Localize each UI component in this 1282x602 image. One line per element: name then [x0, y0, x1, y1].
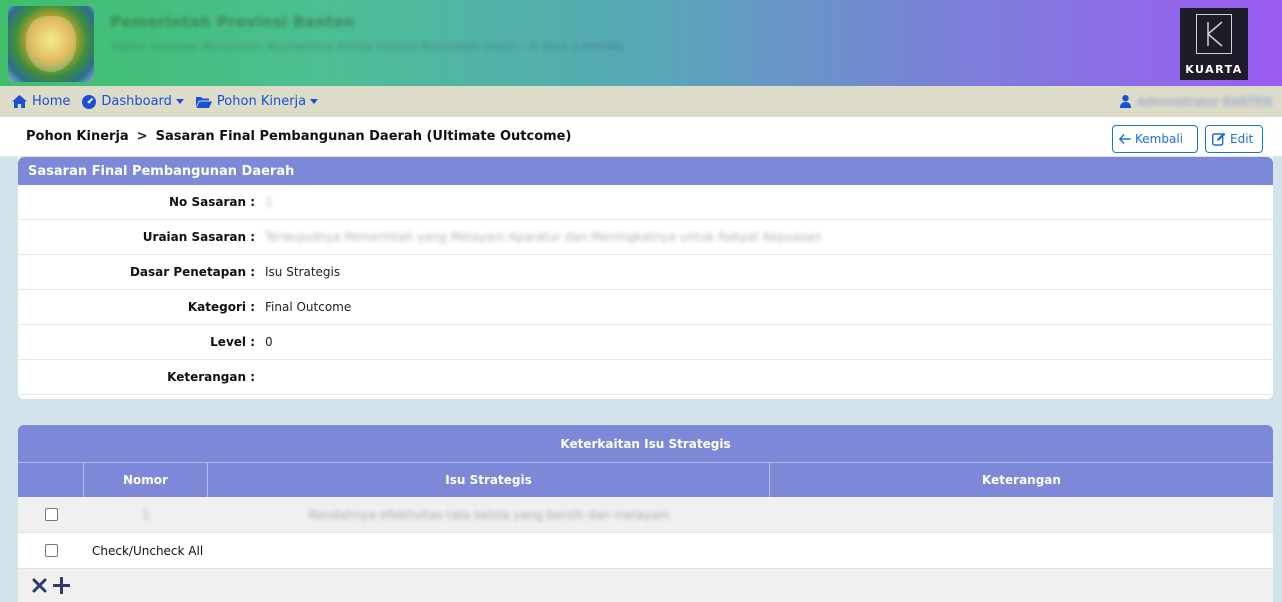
- detail-label: Dasar Penetapan :: [129, 265, 255, 279]
- detail-row-kategori: Kategori : Final Outcome: [18, 290, 1273, 325]
- detail-value: 0: [265, 335, 273, 349]
- detail-value: Final Outcome: [265, 300, 352, 314]
- brand-logo[interactable]: KUARTA: [1180, 8, 1248, 80]
- detail-label: Kategori :: [187, 300, 255, 314]
- detail-label: Level :: [210, 335, 255, 349]
- detail-row-dasar-penetapan: Dasar Penetapan : Isu Strategis: [18, 255, 1273, 290]
- detail-label: No Sasaran :: [169, 195, 255, 209]
- breadcrumb: Pohon Kinerja > Sasaran Final Pembanguna…: [0, 117, 1282, 157]
- back-button-label: Kembali: [1135, 132, 1183, 146]
- arrow-left-icon: [1119, 134, 1131, 144]
- province-seal-logo: [8, 6, 94, 82]
- back-button[interactable]: Kembali: [1112, 125, 1198, 153]
- detail-row-level: Level : 0: [18, 325, 1273, 360]
- folder-open-icon: [195, 96, 212, 108]
- app-subtitle: Sistem Informasi Manajemen Akuntabilitas…: [112, 42, 624, 53]
- user-menu[interactable]: Administrator BANTEN: [1120, 86, 1272, 117]
- app-title: Pemerintah Provinsi Banten: [110, 13, 356, 31]
- column-header-keterangan: Keterangan: [982, 473, 1061, 487]
- breadcrumb-parent[interactable]: Pohon Kinerja: [26, 129, 129, 144]
- detail-value: Terwujudnya Pemerintah yang Melayani Apa…: [265, 230, 822, 244]
- chevron-down-icon: [310, 99, 319, 104]
- breadcrumb-separator: >: [136, 129, 148, 144]
- nav-pohon-kinerja[interactable]: Pohon Kinerja: [195, 94, 319, 109]
- header-banner: Pemerintah Provinsi Banten Sistem Inform…: [0, 0, 1282, 86]
- row-checkbox[interactable]: [44, 508, 58, 521]
- close-icon: [32, 578, 47, 593]
- table-title: Keterkaitan Isu Strategis: [18, 425, 1273, 463]
- nav-home-label: Home: [32, 94, 71, 109]
- add-row-button[interactable]: [53, 577, 70, 594]
- nav-dashboard[interactable]: Dashboard: [82, 94, 184, 109]
- user-name: Administrator BANTEN: [1137, 94, 1272, 109]
- column-header-select: [18, 463, 84, 497]
- brand-name: KUARTA: [1185, 63, 1243, 76]
- check-all-label[interactable]: Check/Uncheck All: [84, 533, 203, 568]
- sasaran-detail-card: Sasaran Final Pembangunan Daerah No Sasa…: [18, 157, 1273, 399]
- cell-isu-strategis: Rendahnya efektivitas tata kelola yang b…: [308, 507, 670, 522]
- isu-strategis-table-card: Keterkaitan Isu Strategis Nomor Isu Stra…: [18, 425, 1273, 602]
- detail-label: Keterangan :: [167, 370, 255, 384]
- check-all-row: Check/Uncheck All: [18, 533, 1273, 569]
- cell-keterangan: [770, 497, 1273, 532]
- detail-label: Uraian Sasaran :: [142, 230, 255, 244]
- kuarta-k-icon: [1196, 14, 1232, 54]
- chevron-down-icon: [175, 99, 184, 104]
- column-header-nomor: Nomor: [84, 463, 208, 497]
- nav-home[interactable]: Home: [12, 94, 70, 109]
- table-row: 1 Rendahnya efektivitas tata kelola yang…: [18, 497, 1273, 533]
- detail-value: Isu Strategis: [265, 265, 341, 279]
- detail-row-uraian-sasaran: Uraian Sasaran : Terwujudnya Pemerintah …: [18, 220, 1273, 255]
- detail-row-keterangan: Keterangan :: [18, 360, 1273, 395]
- detail-value: 1: [265, 195, 273, 209]
- user-icon: [1120, 95, 1132, 108]
- main-navbar: Home Dashboard Pohon Kinerja Administrat…: [0, 86, 1282, 117]
- column-header-isu-strategis: Isu Strategis: [208, 463, 770, 497]
- home-icon: [12, 95, 27, 108]
- sasaran-detail-header: Sasaran Final Pembangunan Daerah: [18, 157, 1273, 185]
- check-all-cell: [18, 533, 84, 568]
- breadcrumb-current: Sasaran Final Pembangunan Daerah (Ultima…: [155, 129, 572, 144]
- check-all-checkbox[interactable]: [44, 544, 58, 557]
- gauge-icon: [82, 94, 97, 109]
- table-actions: [18, 569, 1273, 602]
- edit-button-label: Edit: [1230, 132, 1254, 146]
- row-select-cell: [18, 497, 84, 532]
- plus-icon: [53, 577, 70, 594]
- nav-dashboard-label: Dashboard: [101, 94, 172, 109]
- delete-selected-button[interactable]: [32, 578, 47, 593]
- edit-icon: [1212, 132, 1226, 146]
- detail-row-no-sasaran: No Sasaran : 1: [18, 185, 1273, 220]
- edit-button[interactable]: Edit: [1205, 125, 1263, 153]
- table-header: Nomor Isu Strategis Keterangan: [18, 463, 1273, 497]
- nav-pohon-kinerja-label: Pohon Kinerja: [216, 94, 307, 109]
- cell-nomor: 1: [142, 507, 150, 522]
